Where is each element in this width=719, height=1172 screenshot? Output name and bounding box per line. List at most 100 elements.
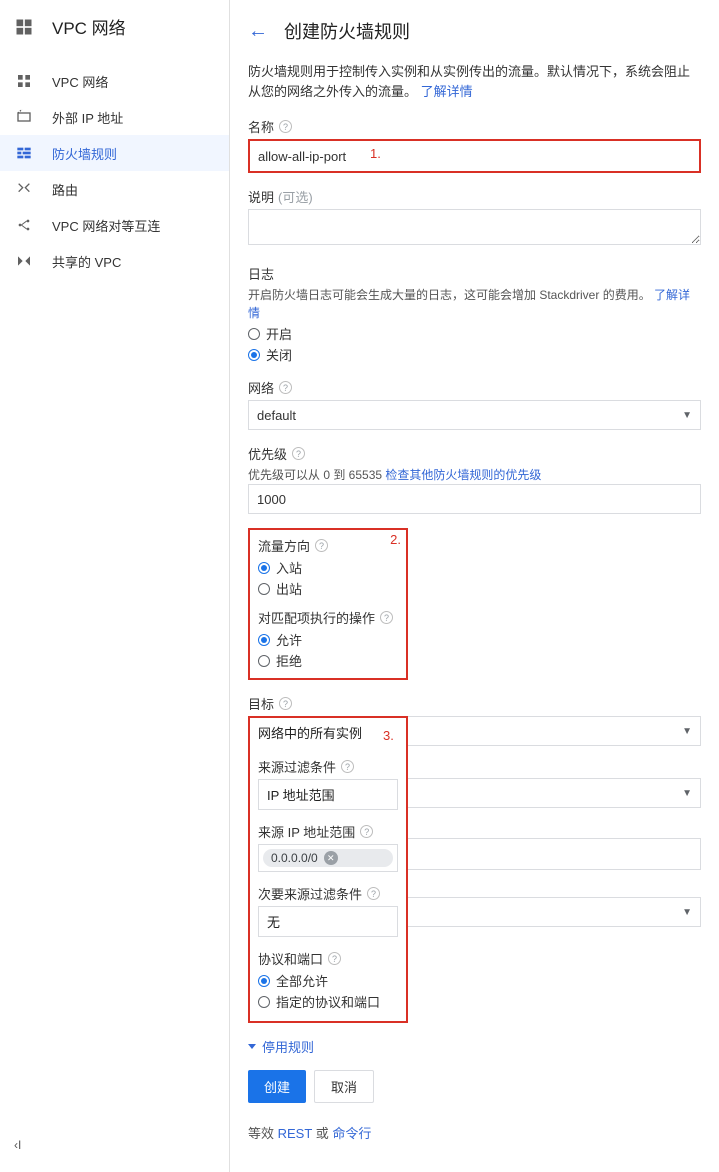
sidebar-menu: VPC 网络 外部 IP 地址 防火墙规则 路由: [0, 53, 229, 279]
shared-vpc-icon: [14, 251, 34, 271]
network-select[interactable]: default ▼: [248, 400, 701, 430]
sidebar-item-firewall[interactable]: 防火墙规则: [0, 135, 229, 171]
help-icon[interactable]: ?: [315, 539, 328, 552]
sidebar-item-external-ip[interactable]: 外部 IP 地址: [0, 99, 229, 135]
sidebar-item-shared-vpc[interactable]: 共享的 VPC: [0, 243, 229, 279]
chip-remove-icon[interactable]: ✕: [324, 851, 338, 865]
cancel-button[interactable]: 取消: [314, 1070, 374, 1103]
help-icon[interactable]: ?: [341, 760, 354, 773]
secondary-filter-label: 次要来源过滤条件: [258, 884, 362, 903]
direction-action-group: 流量方向? 入站 出站 对匹配项执行的操作? 允许 拒绝 2.: [248, 528, 701, 680]
help-icon[interactable]: ?: [328, 952, 341, 965]
sidebar-title: VPC 网络: [52, 14, 126, 39]
target-label: 目标: [248, 694, 274, 713]
logs-sub: 开启防火墙日志可能会生成大量的日志，这可能会增加 Stackdriver 的费用…: [248, 286, 701, 322]
direction-out-radio[interactable]: 出站: [258, 579, 398, 598]
sidebar-item-peering[interactable]: VPC 网络对等互连: [0, 207, 229, 243]
name-label: 名称: [248, 117, 274, 136]
help-icon[interactable]: ?: [279, 697, 292, 710]
source-filter-value: IP 地址范围: [258, 779, 398, 810]
dropdown-caret-icon: ▼: [682, 907, 692, 918]
help-icon[interactable]: ?: [279, 381, 292, 394]
disable-rule-link[interactable]: 停用规则: [248, 1037, 701, 1056]
help-icon[interactable]: ?: [292, 447, 305, 460]
name-input[interactable]: [250, 141, 699, 171]
sidebar-item-label: VPC 网络对等互连: [52, 216, 160, 235]
secondary-filter-select[interactable]: ▼: [408, 897, 701, 927]
sidebar: VPC 网络 VPC 网络 外部 IP 地址 防火墙规则: [0, 0, 230, 1172]
sidebar-item-label: 共享的 VPC: [52, 252, 121, 271]
radio-checked-icon: [248, 349, 260, 361]
page-description: 防火墙规则用于控制传入实例和从实例传出的流量。默认情况下，系统会阻止从您的网络之…: [248, 62, 701, 101]
logs-off-radio[interactable]: 关闭: [248, 345, 701, 364]
main-content: ← 创建防火墙规则 防火墙规则用于控制传入实例和从实例传出的流量。默认情况下，系…: [230, 0, 719, 1172]
priority-input[interactable]: [248, 484, 701, 514]
logs-on-radio[interactable]: 开启: [248, 324, 701, 343]
logs-block: 日志 开启防火墙日志可能会生成大量的日志，这可能会增加 Stackdriver …: [248, 264, 701, 364]
ip-chip: 0.0.0.0/0 ✕: [263, 849, 393, 867]
optional-text: (可选): [278, 187, 313, 206]
page-title: 创建防火墙规则: [284, 18, 410, 44]
routes-icon: [14, 179, 34, 199]
rest-link[interactable]: REST: [278, 1126, 312, 1141]
target-select[interactable]: ▼: [408, 716, 701, 746]
source-filter-label: 来源过滤条件: [258, 757, 336, 776]
radio-icon: [258, 655, 270, 667]
radio-checked-icon: [258, 562, 270, 574]
back-arrow-icon[interactable]: ←: [248, 20, 268, 43]
button-row: 创建 取消: [248, 1070, 701, 1103]
priority-block: 优先级? 优先级可以从 0 到 65535 检查其他防火墙规则的优先级: [248, 444, 701, 514]
ip-icon: [14, 107, 34, 127]
network-label: 网络: [248, 378, 274, 397]
name-block: 名称? 1.: [248, 117, 701, 173]
footer-equivalent: 等效 REST 或 命令行: [248, 1123, 701, 1142]
grid-icon: [14, 71, 34, 91]
help-icon[interactable]: ?: [279, 120, 292, 133]
action-label: 对匹配项执行的操作: [258, 608, 375, 627]
direction-in-radio[interactable]: 入站: [258, 558, 398, 577]
priority-link[interactable]: 检查其他防火墙规则的优先级: [385, 468, 541, 482]
main-header: ← 创建防火墙规则: [248, 18, 701, 44]
source-ip-input[interactable]: [408, 838, 701, 870]
create-button[interactable]: 创建: [248, 1070, 306, 1103]
protocols-all-radio[interactable]: 全部允许: [258, 971, 398, 990]
logs-label: 日志: [248, 264, 274, 283]
radio-checked-icon: [258, 634, 270, 646]
help-icon[interactable]: ?: [380, 611, 393, 624]
network-block: 网络? default ▼: [248, 378, 701, 430]
explain-label: 说明: [248, 187, 274, 206]
help-icon[interactable]: ?: [360, 825, 373, 838]
help-icon[interactable]: ?: [367, 887, 380, 900]
radio-icon: [258, 996, 270, 1008]
source-filter-select[interactable]: ▼: [408, 778, 701, 808]
radio-icon: [248, 328, 260, 340]
dropdown-caret-icon: ▼: [682, 726, 692, 737]
collapse-sidebar[interactable]: ‹І: [14, 1138, 21, 1152]
sidebar-item-label: 路由: [52, 180, 78, 199]
dropdown-caret-icon: ▼: [682, 410, 692, 421]
vpc-network-icon: [14, 17, 34, 37]
sidebar-item-routes[interactable]: 路由: [0, 171, 229, 207]
sidebar-item-label: 外部 IP 地址: [52, 108, 123, 127]
action-allow-radio[interactable]: 允许: [258, 630, 398, 649]
explain-block: 说明(可选): [248, 187, 701, 250]
firewall-icon: [14, 143, 34, 163]
desc-link[interactable]: 了解详情: [421, 84, 473, 99]
secondary-filter-value: 无: [258, 906, 398, 937]
sidebar-item-vpc-network[interactable]: VPC 网络: [0, 63, 229, 99]
sidebar-header: VPC 网络: [0, 0, 229, 53]
priority-label: 优先级: [248, 444, 287, 463]
source-ip-label: 来源 IP 地址范围: [258, 822, 355, 841]
protocols-label: 协议和端口: [258, 949, 323, 968]
cli-link[interactable]: 命令行: [332, 1126, 371, 1141]
explain-textarea[interactable]: [248, 209, 701, 245]
sidebar-item-label: 防火墙规则: [52, 144, 117, 163]
action-deny-radio[interactable]: 拒绝: [258, 651, 398, 670]
radio-icon: [258, 583, 270, 595]
radio-checked-icon: [258, 975, 270, 987]
protocols-specified-radio[interactable]: 指定的协议和端口: [258, 992, 398, 1011]
priority-hint: 优先级可以从 0 到 65535 检查其他防火墙规则的优先级: [248, 466, 701, 484]
dropdown-caret-icon: ▼: [682, 788, 692, 799]
direction-label: 流量方向: [258, 536, 310, 555]
target-group: 目标? 网络中的所有实例 来源过滤条件? IP 地址范围 来源 IP 地址范围?…: [248, 694, 701, 1023]
